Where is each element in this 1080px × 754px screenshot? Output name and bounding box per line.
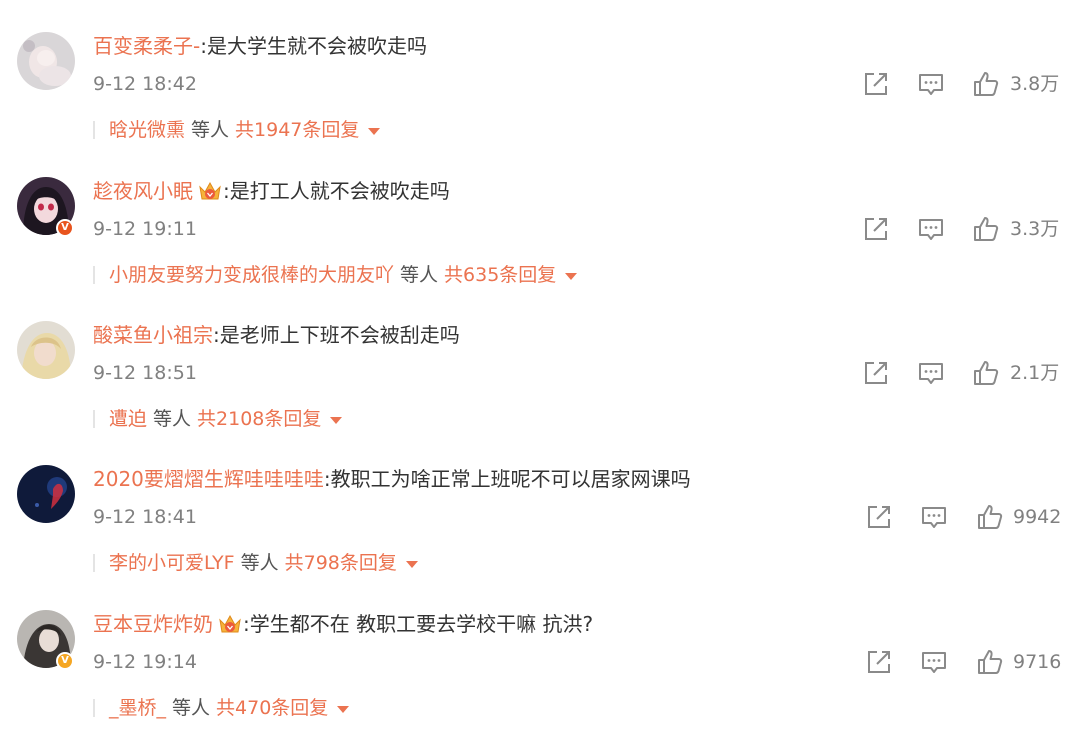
comment-item: V 豆本豆炸炸奶 :学生都不在 教职工要去学校干嘛 抗洪? 9-12 19:14… (0, 610, 1080, 754)
verified-badge: V (56, 652, 74, 670)
like-count: 9716 (1013, 651, 1062, 673)
timestamp: 9-12 18:41 (93, 506, 197, 528)
thumbs-up-icon[interactable] (972, 215, 1000, 243)
comment-icon[interactable] (920, 503, 948, 531)
thumbs-up-icon[interactable] (976, 648, 1004, 676)
comment-text: :是大学生就不会被吹走吗 (200, 34, 427, 58)
comment-text: :是老师上下班不会被刮走吗 (213, 323, 460, 347)
like-count: 3.3万 (1010, 218, 1060, 240)
like-count: 3.8万 (1010, 73, 1060, 95)
reply-others-text: 等人 (240, 552, 279, 574)
comment-icon[interactable] (917, 70, 945, 98)
reply-username-link[interactable]: 李的小可爱LYF (109, 551, 235, 575)
reply-others-text: 等人 (191, 119, 230, 141)
username-link[interactable]: 2020要熠熠生辉哇哇哇哇 (93, 466, 324, 492)
comment-text: :学生都不在 教职工要去学校干嘛 抗洪? (243, 612, 594, 636)
username-link[interactable]: 酸菜鱼小祖宗 (93, 322, 213, 348)
username-link[interactable]: 百变柔柔子- (93, 33, 200, 59)
comment-icon[interactable] (917, 215, 945, 243)
reply-count-link[interactable]: 共1947条回复 (235, 118, 359, 142)
reply-others-text: 等人 (400, 264, 439, 286)
avatar[interactable] (17, 465, 75, 523)
reply-username-link[interactable]: 小朋友要努力变成很棒的大朋友吖 (109, 263, 394, 287)
username-link[interactable]: 趁夜风小眠 (93, 178, 193, 204)
avatar[interactable] (17, 321, 75, 379)
thumbs-up-icon[interactable] (972, 359, 1000, 387)
reply-count-link[interactable]: 共2108条回复 (197, 407, 321, 431)
reply-count-link[interactable]: 共635条回复 (444, 263, 556, 287)
comment-item: 2020要熠熠生辉哇哇哇哇 :教职工为啥正常上班呢不可以居家网课吗 9-12 1… (0, 465, 1080, 609)
reply-username-link[interactable]: _墨桥_ (109, 696, 166, 720)
timestamp: 9-12 18:51 (93, 362, 197, 384)
reply-summary[interactable]: 小朋友要努力变成很棒的大朋友吖 等人 共635条回复 (93, 263, 578, 287)
username-link[interactable]: 豆本豆炸炸奶 (93, 611, 213, 637)
timestamp: 9-12 18:42 (93, 73, 197, 95)
share-icon[interactable] (865, 503, 893, 531)
reply-divider (93, 554, 95, 572)
reply-username-link[interactable]: 遭迫 (109, 407, 147, 431)
share-icon[interactable] (862, 359, 890, 387)
avatar[interactable] (17, 32, 75, 90)
like-count: 2.1万 (1010, 362, 1060, 384)
comment-header: 2020要熠熠生辉哇哇哇哇 :教职工为啥正常上班呢不可以居家网课吗 (93, 466, 691, 492)
share-icon[interactable] (862, 215, 890, 243)
comment-item: V 趁夜风小眠 :是打工人就不会被吹走吗 9-12 19:11 3.3万 小朋友… (0, 177, 1080, 321)
share-icon[interactable] (865, 648, 893, 676)
reply-others-text: 等人 (172, 697, 211, 719)
crown-icon (199, 181, 221, 200)
comment-item: 酸菜鱼小祖宗 :是老师上下班不会被刮走吗 9-12 18:51 2.1万 遭迫 … (0, 321, 1080, 465)
timestamp: 9-12 19:14 (93, 651, 197, 673)
comment-icon[interactable] (917, 359, 945, 387)
thumbs-up-icon[interactable] (976, 503, 1004, 531)
comment-header: 百变柔柔子- :是大学生就不会被吹走吗 (93, 33, 427, 59)
caret-down-icon[interactable] (337, 705, 350, 713)
reply-divider (93, 266, 95, 284)
verified-badge: V (56, 219, 74, 237)
caret-down-icon[interactable] (330, 416, 343, 424)
reply-divider (93, 121, 95, 139)
reply-username-link[interactable]: 晗光微熏 (109, 118, 185, 142)
caret-down-icon[interactable] (405, 560, 418, 568)
comment-header: 豆本豆炸炸奶 :学生都不在 教职工要去学校干嘛 抗洪? (93, 611, 593, 637)
share-icon[interactable] (862, 70, 890, 98)
like-count: 9942 (1013, 506, 1062, 528)
comment-item: 百变柔柔子- :是大学生就不会被吹走吗 9-12 18:42 3.8万 晗光微熏… (0, 32, 1080, 176)
reply-summary[interactable]: 遭迫 等人 共2108条回复 (93, 407, 343, 431)
caret-down-icon[interactable] (565, 272, 578, 280)
reply-divider (93, 699, 95, 717)
comment-header: 酸菜鱼小祖宗 :是老师上下班不会被刮走吗 (93, 322, 460, 348)
crown-icon (219, 614, 241, 633)
reply-count-link[interactable]: 共798条回复 (285, 551, 397, 575)
reply-summary[interactable]: _墨桥_ 等人 共470条回复 (93, 696, 350, 720)
reply-count-link[interactable]: 共470条回复 (216, 696, 328, 720)
comment-icon[interactable] (920, 648, 948, 676)
reply-others-text: 等人 (153, 408, 192, 430)
comment-text: :教职工为啥正常上班呢不可以居家网课吗 (323, 467, 691, 491)
reply-divider (93, 410, 95, 428)
reply-summary[interactable]: 李的小可爱LYF 等人 共798条回复 (93, 551, 418, 575)
comment-header: 趁夜风小眠 :是打工人就不会被吹走吗 (93, 178, 450, 204)
timestamp: 9-12 19:11 (93, 218, 197, 240)
caret-down-icon[interactable] (368, 127, 381, 135)
reply-summary[interactable]: 晗光微熏 等人 共1947条回复 (93, 118, 381, 142)
comment-text: :是打工人就不会被吹走吗 (223, 179, 450, 203)
thumbs-up-icon[interactable] (972, 70, 1000, 98)
